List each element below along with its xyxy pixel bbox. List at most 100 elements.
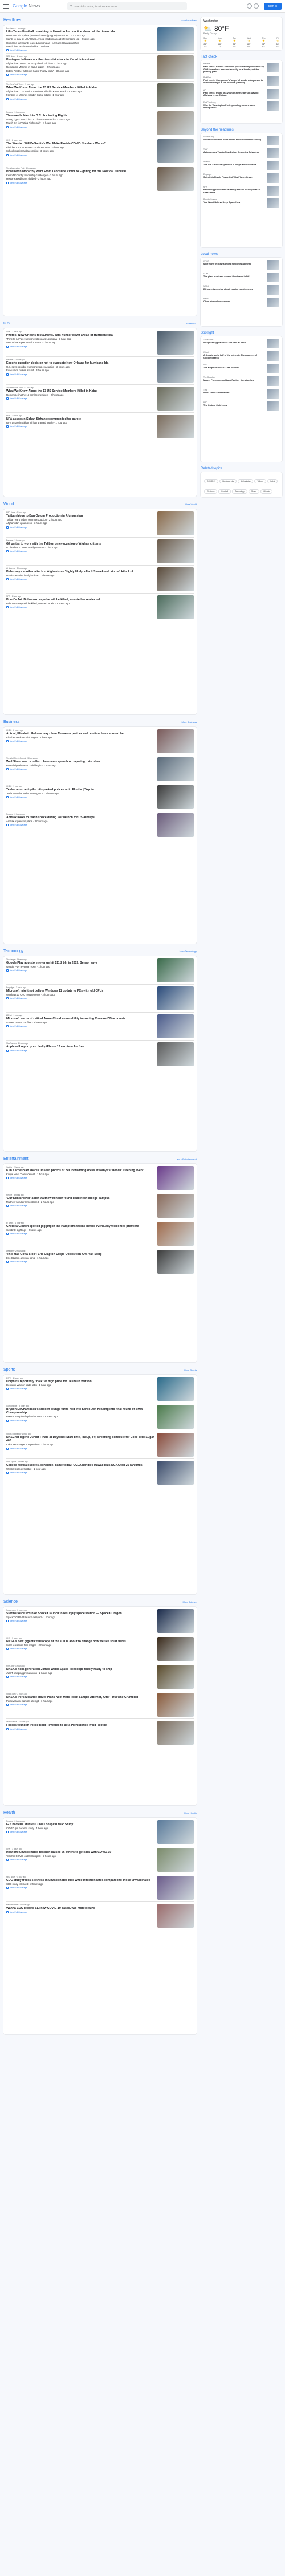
item-thumbnail[interactable] xyxy=(267,339,279,348)
story-thumbnail[interactable] xyxy=(157,958,194,982)
story-thumbnail[interactable] xyxy=(157,1848,194,1872)
related-story-link[interactable]: Coke Zero Sugar 400 preview · 2 hours ag… xyxy=(6,1443,156,1446)
story-headline[interactable]: Biden says another attack in Afghanistan… xyxy=(6,570,156,574)
story[interactable]: The New York Times · 1 hour ago What We K… xyxy=(6,83,194,108)
entertainment-more-link[interactable]: More Entertainment xyxy=(177,1157,197,1160)
related-story-link[interactable]: Hurricane Ida update | National news | p… xyxy=(6,34,156,37)
story-thumbnail[interactable] xyxy=(157,729,194,753)
story[interactable]: E! News · 1 hour ago Chelsea Clinton spot… xyxy=(6,1222,194,1246)
story-headline[interactable]: 'This Has Gotta Stop': Eric Clapton Drop… xyxy=(6,1253,156,1256)
related-story-link[interactable]: Families of Marines killed in Kabul atta… xyxy=(6,94,156,96)
item-headline[interactable]: Autonomous Trucks Now Deliver Groceries … xyxy=(203,151,265,154)
related-story-link[interactable]: Afghanistan: US service members killed i… xyxy=(6,90,156,93)
story[interactable]: Reuters · 3 hours ago Thousands March in … xyxy=(6,111,194,136)
fact_check-item[interactable]: PolitiFact Fact check: Gop pencer's 'surg… xyxy=(203,76,279,86)
full-coverage-link[interactable]: View Full Coverage xyxy=(6,97,156,100)
related-story-link[interactable]: Taliban want to ban opium production · 2… xyxy=(6,518,156,521)
story-headline[interactable]: Chelsea Clinton spotted jogging in the H… xyxy=(6,1225,156,1228)
story-thumbnail[interactable] xyxy=(157,167,194,192)
beyond-item[interactable]: SciTechDaily Scientists unveil a Tarot-ba… xyxy=(203,136,279,145)
story-thumbnail[interactable] xyxy=(157,1820,194,1844)
related-story-link[interactable]: Voting rights march in D.C. draws thousa… xyxy=(6,118,156,121)
story-headline[interactable]: Thousands March in D.C. For Voting Right… xyxy=(6,114,156,117)
related-story-link[interactable]: Week 0 college football · 1 hour ago xyxy=(6,1468,156,1470)
item-headline[interactable]: Marvel Phenomenon Black Panther film sta… xyxy=(203,379,265,382)
item-thumbnail[interactable] xyxy=(267,298,279,307)
story-thumbnail[interactable] xyxy=(157,1609,194,1633)
story[interactable]: Sports Illustrated · 1 hour ago NASCAR le… xyxy=(6,1433,194,1457)
story-thumbnail[interactable] xyxy=(157,1637,194,1661)
full-coverage-link[interactable]: View Full Coverage xyxy=(6,997,156,1000)
item-headline[interactable]: A decade and a half of the internet - Th… xyxy=(203,354,265,359)
story-thumbnail[interactable] xyxy=(157,1250,194,1274)
item-thumbnail[interactable] xyxy=(267,88,279,99)
story-headline[interactable]: NASA's next-generation James Webb Space … xyxy=(6,1668,156,1671)
story[interactable]: CNN · 2 hours ago The Warrior, Will DeSan… xyxy=(6,139,194,164)
full-coverage-link[interactable]: View Full Coverage xyxy=(6,373,156,376)
full-coverage-link[interactable]: View Full Coverage xyxy=(6,125,156,128)
full-coverage-link[interactable]: View Full Coverage xyxy=(6,768,156,771)
beyond-item[interactable]: Popular Science You Won't Believe Deep Sp… xyxy=(203,198,279,208)
technology-title[interactable]: Technology xyxy=(3,949,23,953)
beyond-item[interactable]: NPR Rewilding project has 'Mustang' rescu… xyxy=(203,186,279,196)
item-headline[interactable]: The Ark XB Maxi Expansion is 'Huge' For … xyxy=(203,164,265,166)
full-coverage-link[interactable]: View Full Coverage xyxy=(6,1388,156,1391)
related-story-link[interactable]: Solar telescope first images · 2 hours a… xyxy=(6,1644,156,1647)
related-story-link[interactable]: Azure Cosmos DB flaw · 2 hours ago xyxy=(6,1021,156,1024)
related-story-link[interactable]: CDC study released · 2 hours ago xyxy=(6,1883,156,1886)
story[interactable]: ZDNet · 1 hour ago Microsoft warns of cri… xyxy=(6,1014,194,1038)
beyond-item[interactable]: Engadget Scientists Finally Figure Out Wh… xyxy=(203,173,279,183)
help-icon[interactable] xyxy=(247,3,252,9)
story-thumbnail[interactable] xyxy=(157,111,194,136)
story-headline[interactable]: Fossils found in Police Raid Revealed to… xyxy=(6,1724,156,1727)
story[interactable]: CNBC · 1 hour ago Tesla car on autopilot … xyxy=(6,785,194,809)
related-story-link[interactable]: Remaining Marines in Kabul airport · 2 h… xyxy=(6,66,156,68)
full-coverage-link[interactable]: View Full Coverage xyxy=(6,1205,156,1208)
story[interactable]: BBC News · 1 hour ago Taliban Move to Ban… xyxy=(6,511,194,535)
headlines-more-link[interactable]: More Headlines xyxy=(181,19,197,22)
related-story-link[interactable]: Tesla Autopilot under investigation · 2 … xyxy=(6,792,156,795)
story[interactable]: Reuters · 2 hours ago G7 unites to work w… xyxy=(6,539,194,563)
full-coverage-link[interactable]: View Full Coverage xyxy=(6,1648,156,1651)
topic-chip[interactable]: Taliban xyxy=(254,479,266,483)
menu-icon[interactable] xyxy=(3,3,9,9)
topic-chip[interactable]: Climate xyxy=(260,489,273,494)
story-thumbnail[interactable] xyxy=(157,595,194,619)
story-headline[interactable]: At trial, Elizabeth Holmes may claim The… xyxy=(6,732,156,736)
full-coverage-link[interactable]: View Full Coverage xyxy=(6,969,156,972)
full-coverage-link[interactable]: View Full Coverage xyxy=(6,1887,156,1890)
story-headline[interactable]: CDC study tracks sickness in unvaccinate… xyxy=(6,1879,156,1882)
related-story-link[interactable]: Amtrak expansion plans · 3 hours ago xyxy=(6,820,156,823)
story[interactable]: CNN · 3 hours ago How one unvaccinated te… xyxy=(6,1848,194,1872)
world-more-link[interactable]: More World xyxy=(185,503,197,506)
story[interactable]: MacRumors · 2 hours ago Apple will report… xyxy=(6,1042,194,1066)
story-thumbnail[interactable] xyxy=(157,1194,194,1218)
topic-chip[interactable]: Elections xyxy=(204,489,218,494)
full-coverage-link[interactable]: View Full Coverage xyxy=(6,740,156,743)
item-headline[interactable]: Wild: Timed Kettlesworth xyxy=(203,392,265,395)
world-title[interactable]: World xyxy=(3,502,14,506)
story[interactable]: The Wall Street Journal · 3 hours ago Wal… xyxy=(6,757,194,781)
full-coverage-link[interactable]: View Full Coverage xyxy=(6,1704,156,1707)
related-story-link[interactable]: JWST shipping preparations · 2 hours ago xyxy=(6,1672,156,1675)
local-title[interactable]: Local news xyxy=(201,251,282,258)
story[interactable]: Reuters · 3 hours ago Experts question de… xyxy=(6,359,194,383)
local-item[interactable]: WTOP Mice move in: new species hotline es… xyxy=(203,260,279,270)
item-thumbnail[interactable] xyxy=(267,351,279,361)
related-story-link[interactable]: Deshaun Watson trade talks · 1 hour ago xyxy=(6,1384,156,1387)
local-item[interactable]: NBC4 DC parents worried about vaccine req… xyxy=(203,285,279,295)
story[interactable]: Engadget · 3 hours ago Microsoft might no… xyxy=(6,986,194,1010)
related-story-link[interactable]: March On for Voting Rights rally · 4 hou… xyxy=(6,121,156,124)
google-news-logo[interactable]: Google News xyxy=(13,3,40,9)
story-headline[interactable]: Wall Street reacts to Fed chairman's spe… xyxy=(6,760,156,763)
topic-chip[interactable]: Kabul xyxy=(267,479,278,483)
story-thumbnail[interactable] xyxy=(157,785,194,809)
beyond-item[interactable]: TNW Autonomous Trucks Now Deliver Groceri… xyxy=(203,148,279,158)
local-item[interactable]: DCist The giant hurricane caused floodwat… xyxy=(203,273,279,282)
full-coverage-link[interactable]: View Full Coverage xyxy=(6,425,156,428)
item-thumbnail[interactable] xyxy=(267,364,279,373)
sign-in-button[interactable]: Sign in xyxy=(263,3,282,10)
item-thumbnail[interactable] xyxy=(267,136,279,145)
item-thumbnail[interactable] xyxy=(267,401,279,411)
related-story-link[interactable]: Hurricane Ida: Saints leave Louisiana as… xyxy=(6,42,156,44)
